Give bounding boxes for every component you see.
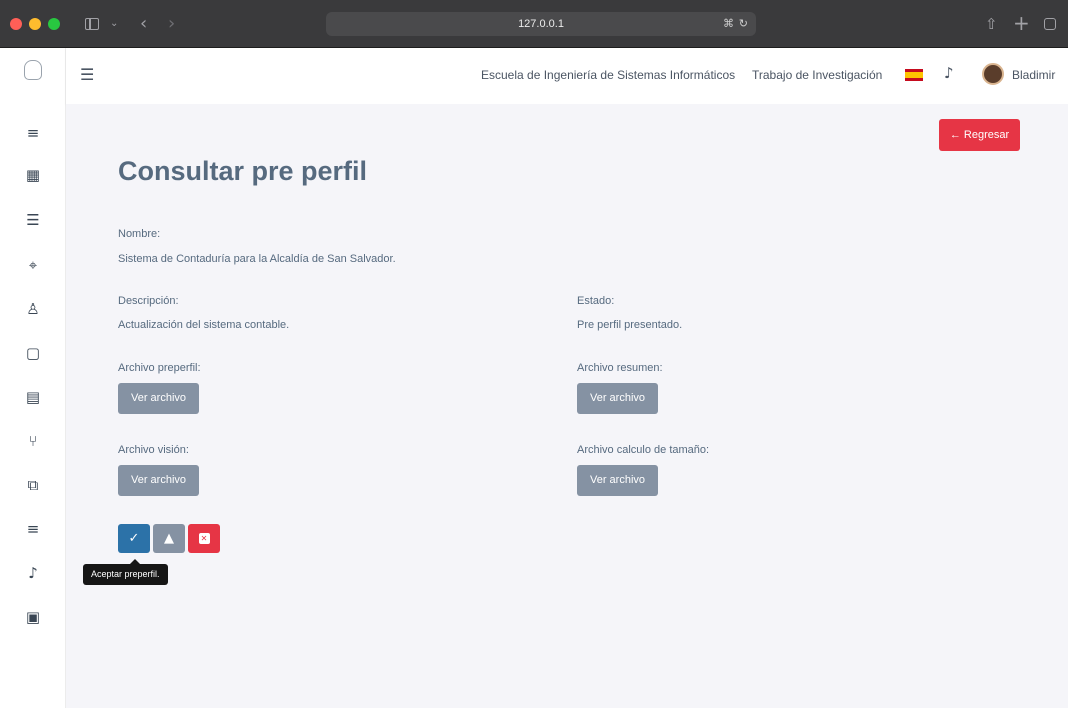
top-navbar: ☰ Escuela de Ingeniería de Sistemas Info… xyxy=(66,48,1068,104)
translate-icon[interactable]: ⌘ xyxy=(723,12,734,36)
nav-link-research[interactable]: Trabajo de Investigación xyxy=(752,68,882,82)
minimize-window-button[interactable] xyxy=(29,18,41,30)
back-button[interactable]: ← Regresar xyxy=(939,119,1020,151)
vision-file-label: Archivo visión: xyxy=(118,444,189,456)
building-icon[interactable]: ▦ xyxy=(22,164,44,186)
app-logo-icon[interactable] xyxy=(24,60,42,80)
file-icon[interactable]: ▢ xyxy=(22,342,44,364)
name-value: Sistema de Contaduría para la Alcaldía d… xyxy=(118,253,396,265)
close-icon: ✕ xyxy=(198,533,210,544)
accept-preprofile-button[interactable]: ✓ xyxy=(118,524,150,553)
spain-flag-icon[interactable] xyxy=(905,69,923,81)
page-title: Consultar pre perfil xyxy=(118,156,368,186)
address-bar[interactable]: 127.0.0.1 ⌘ ↻ xyxy=(326,12,756,36)
state-label: Estado: xyxy=(577,295,615,307)
forward-arrow-icon[interactable]: › xyxy=(168,12,175,36)
calendar-icon[interactable]: ▣ xyxy=(22,606,44,628)
view-preprofile-file-button[interactable]: Ver archivo xyxy=(118,383,199,414)
check-icon: ✓ xyxy=(128,531,140,546)
new-tab-icon[interactable]: + xyxy=(1013,11,1030,35)
nav-link-school[interactable]: Escuela de Ingeniería de Sistemas Inform… xyxy=(481,68,735,82)
bell-icon[interactable]: ♪ xyxy=(22,562,44,584)
avatar[interactable] xyxy=(982,63,1004,85)
main-content: ← Regresar Consultar pre perfil Nombre: … xyxy=(66,104,1068,708)
user-name[interactable]: Bladimir xyxy=(1012,68,1055,82)
document-icon[interactable]: ▤ xyxy=(22,386,44,408)
view-vision-file-button[interactable]: Ver archivo xyxy=(118,465,199,496)
view-summary-file-button[interactable]: Ver archivo xyxy=(577,383,658,414)
back-arrow-icon[interactable]: ‹ xyxy=(140,12,147,36)
browser-toolbar: ⌄ ‹ › 127.0.0.1 ⌘ ↻ ⇧ + xyxy=(0,0,1068,48)
observe-preprofile-button[interactable]: ▲ xyxy=(153,524,185,553)
app-sidebar: ≡ ▦ ☰ ⌖ ♙ ▢ ▤ ⑂ ⧉ ≡ ♪ ▣ xyxy=(0,48,66,708)
users-icon[interactable]: ♙ xyxy=(22,298,44,320)
reload-icon[interactable]: ↻ xyxy=(739,12,748,36)
close-window-button[interactable] xyxy=(10,18,22,30)
warning-icon: ▲ xyxy=(164,531,174,546)
tab-overview-icon[interactable] xyxy=(1044,18,1056,30)
description-label: Descripción: xyxy=(118,295,179,307)
target-icon[interactable]: ⌖ xyxy=(22,254,44,276)
view-size-file-button[interactable]: Ver archivo xyxy=(577,465,658,496)
accept-tooltip: Aceptar preperfil. xyxy=(83,564,168,585)
description-value: Actualización del sistema contable. xyxy=(118,319,290,331)
state-value: Pre perfil presentado. xyxy=(577,319,683,331)
sidebar-toggle-icon[interactable] xyxy=(85,18,99,30)
summary-file-label: Archivo resumen: xyxy=(577,362,663,374)
layers-icon[interactable]: ☰ xyxy=(22,209,44,231)
preprofile-file-label: Archivo preperfil: xyxy=(118,362,201,374)
user-list-icon[interactable]: ≡ xyxy=(22,122,44,144)
reject-preprofile-button[interactable]: ✕ xyxy=(188,524,220,553)
user-list-icon[interactable]: ≡ xyxy=(22,518,44,540)
notifications-bell-icon[interactable]: ♪ xyxy=(944,64,954,82)
code-icon[interactable]: ⧉ xyxy=(22,474,44,496)
share-icon[interactable]: ⇧ xyxy=(985,12,998,36)
menu-icon[interactable]: ☰ xyxy=(80,65,94,85)
name-label: Nombre: xyxy=(118,228,161,240)
size-file-label: Archivo calculo de tamaño: xyxy=(577,444,710,456)
git-pull-request-icon[interactable]: ⑂ xyxy=(22,430,44,452)
maximize-window-button[interactable] xyxy=(48,18,60,30)
url-text[interactable]: 127.0.0.1 xyxy=(518,18,564,30)
chevron-down-icon[interactable]: ⌄ xyxy=(110,12,118,36)
